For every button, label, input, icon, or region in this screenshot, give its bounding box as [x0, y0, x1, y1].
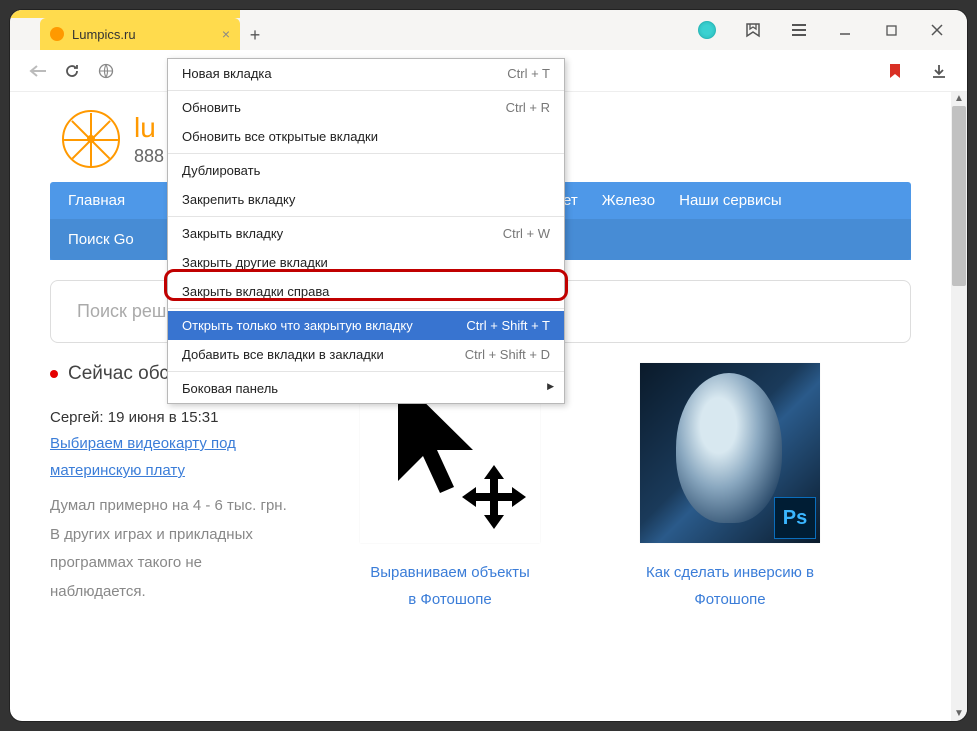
card-title-l1: Выравниваем объекты	[330, 559, 570, 586]
ctx-close-tab[interactable]: Закрыть вкладкуCtrl + W	[168, 219, 564, 248]
ctx-pin[interactable]: Закрепить вкладку	[168, 185, 564, 214]
face-icon	[676, 373, 782, 523]
ctx-duplicate[interactable]: Дублировать	[168, 156, 564, 185]
nav-search-google[interactable]: Поиск Go	[68, 231, 134, 248]
scroll-down-icon[interactable]: ▼	[951, 707, 967, 721]
ctx-new-tab[interactable]: Новая вкладкаCtrl + T	[168, 59, 564, 88]
photoshop-badge-icon: Ps	[774, 497, 816, 539]
card-title-l2: Фотошопе	[610, 586, 850, 613]
nav-services[interactable]: Наши сервисы	[679, 192, 782, 209]
scroll-thumb[interactable]	[952, 106, 966, 286]
comment-date: 19 июня в 15:31	[108, 409, 219, 426]
card-title-l2: в Фотошопе	[330, 586, 570, 613]
card-title-l1: Как сделать инверсию в	[610, 559, 850, 586]
ctx-separator	[168, 308, 564, 309]
new-tab-button[interactable]: +	[240, 25, 270, 50]
bookmark-button[interactable]	[885, 61, 905, 81]
ctx-close-right[interactable]: Закрыть вкладки справа	[168, 277, 564, 306]
reload-button[interactable]	[62, 61, 82, 81]
ctx-separator	[168, 216, 564, 217]
nav-home[interactable]: Главная	[68, 192, 125, 209]
close-icon	[931, 24, 943, 36]
minimize-button[interactable]	[823, 15, 867, 45]
download-icon	[931, 63, 947, 79]
card-thumb-invert: Ps	[640, 363, 820, 543]
zen-icon	[698, 21, 716, 39]
tab-context-menu: Новая вкладкаCtrl + T ОбновитьCtrl + R О…	[167, 58, 565, 404]
comment-author: Сергей	[50, 409, 99, 426]
browser-window: Lumpics.ru × +	[10, 10, 967, 721]
close-tab-icon[interactable]: ×	[222, 26, 230, 42]
comment-body: Думал примерно на 4 - 6 тыс. грн. В друг…	[50, 492, 290, 606]
ctx-bookmark-all[interactable]: Добавить все вкладки в закладкиCtrl + Sh…	[168, 340, 564, 369]
vertical-scrollbar[interactable]: ▲ ▼	[951, 92, 967, 721]
article-card-invert[interactable]: Ps Как сделать инверсию в Фотошопе	[610, 363, 850, 613]
hamburger-icon	[791, 23, 807, 37]
favorites-icon	[745, 22, 761, 38]
ctx-reopen-closed[interactable]: Открыть только что закрытую вкладкуCtrl …	[168, 311, 564, 340]
site-logo-icon[interactable]	[62, 110, 120, 168]
move-cross-icon	[458, 461, 530, 533]
site-info-button[interactable]	[96, 61, 116, 81]
window-controls	[685, 10, 959, 50]
downloads-button[interactable]	[929, 61, 949, 81]
ctx-reload[interactable]: ОбновитьCtrl + R	[168, 93, 564, 122]
comment-meta: Сергей: 19 июня в 15:31	[50, 409, 290, 426]
tab-favicon-icon	[50, 27, 64, 41]
nav-hardware[interactable]: Железо	[602, 192, 655, 209]
back-button[interactable]	[28, 61, 48, 81]
site-name: lu	[134, 112, 164, 144]
ctx-separator	[168, 371, 564, 372]
ctx-reload-all[interactable]: Обновить все открытые вкладки	[168, 122, 564, 151]
ctx-close-others[interactable]: Закрыть другие вкладки	[168, 248, 564, 277]
scroll-up-icon[interactable]: ▲	[951, 92, 967, 106]
menu-button[interactable]	[777, 15, 821, 45]
active-tab[interactable]: Lumpics.ru ×	[40, 18, 240, 50]
minimize-icon	[839, 24, 851, 36]
site-phone: 888	[134, 146, 164, 167]
maximize-button[interactable]	[869, 15, 913, 45]
maximize-icon	[886, 25, 897, 36]
ctx-separator	[168, 153, 564, 154]
favorites-button[interactable]	[731, 15, 775, 45]
close-window-button[interactable]	[915, 15, 959, 45]
globe-icon	[98, 63, 114, 79]
zen-button[interactable]	[685, 15, 729, 45]
tab-title: Lumpics.ru	[72, 27, 214, 42]
live-dot-icon	[50, 370, 58, 378]
ctx-separator	[168, 90, 564, 91]
reload-icon	[64, 63, 80, 79]
tab-strip: Lumpics.ru × +	[10, 10, 967, 50]
comment-link[interactable]: Выбираем видеокарту под материнскую плат…	[50, 435, 236, 479]
ctx-side-panel[interactable]: Боковая панель	[168, 374, 564, 403]
bookmark-icon	[889, 63, 901, 79]
back-arrow-icon	[29, 64, 47, 78]
